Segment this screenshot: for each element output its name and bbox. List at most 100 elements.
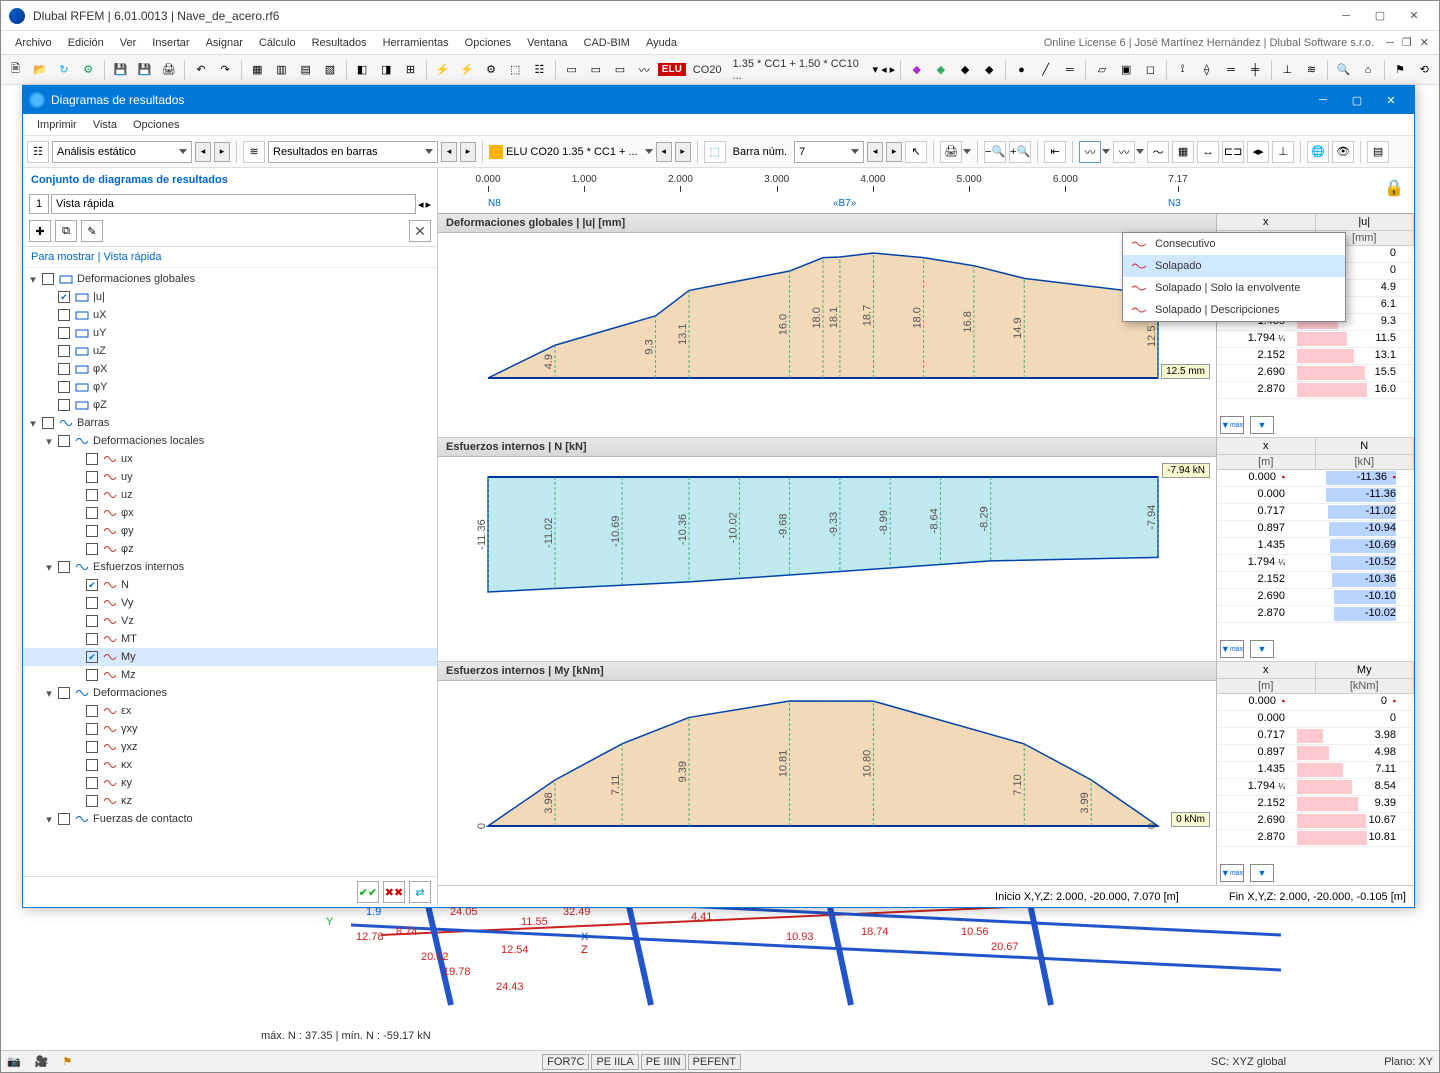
extreme-icon[interactable]: ◂▸ <box>1247 141 1269 163</box>
table-row[interactable]: 0.717-11.02 <box>1217 504 1414 521</box>
tree-node[interactable]: Mz <box>23 666 437 684</box>
tree-checkbox[interactable] <box>58 381 70 393</box>
save-all-icon[interactable]: 💾 <box>134 59 155 81</box>
status-video-icon[interactable]: 🎥 <box>35 1055 49 1068</box>
tree-node[interactable]: uy <box>23 468 437 486</box>
dialog-maximize-button[interactable]: ▢ <box>1340 89 1374 111</box>
redo-icon[interactable]: ↷ <box>215 59 236 81</box>
mdi-close-icon[interactable]: ✕ <box>1416 36 1433 49</box>
minimize-button[interactable]: ─ <box>1329 5 1363 27</box>
tree-checkbox[interactable]: ✔ <box>86 579 98 591</box>
edit-view-button[interactable]: ✎ <box>81 220 103 242</box>
table-row[interactable]: 0.000-11.36 <box>1217 487 1414 504</box>
status-toggle[interactable]: PEFENT <box>688 1054 741 1070</box>
tree-node[interactable]: ▾Fuerzas de contacto <box>23 810 437 828</box>
tree-checkbox[interactable] <box>58 345 70 357</box>
last-2-icon[interactable]: ⟲ <box>1414 59 1435 81</box>
zoom-out-icon[interactable]: −🔍 <box>984 141 1006 163</box>
tree-checkbox[interactable] <box>86 633 98 645</box>
tree-checkbox[interactable] <box>86 525 98 537</box>
tree-node[interactable]: ✔|u| <box>23 288 437 306</box>
combo-dropdown[interactable]: ▾ <box>873 63 879 76</box>
tree-checkbox[interactable] <box>86 759 98 771</box>
vista-next[interactable]: ▸ <box>425 198 431 211</box>
new-view-button[interactable]: ✚ <box>29 220 51 242</box>
x-dir-icon[interactable]: ↔ <box>1197 141 1219 163</box>
tree-checkbox[interactable] <box>86 723 98 735</box>
combo-prev[interactable]: ◂ <box>881 63 887 76</box>
tree-node[interactable]: Vz <box>23 612 437 630</box>
node-tool-icon[interactable]: ● <box>1011 59 1032 81</box>
tree-node[interactable]: ▾Deformaciones locales <box>23 432 437 450</box>
tree-checkbox[interactable] <box>58 363 70 375</box>
barra-next[interactable]: ▸ <box>886 142 902 162</box>
table-row[interactable]: 2.69015.5 <box>1217 365 1414 382</box>
extra-5-icon[interactable]: ⊥ <box>1277 59 1298 81</box>
copy-view-button[interactable]: ⧉ <box>55 220 77 242</box>
chart-canvas[interactable]: 03.987.119.3910.8110.807.103.9900 kNm <box>438 681 1216 885</box>
to-start-icon[interactable]: ⇤ <box>1044 141 1066 163</box>
tree-node[interactable]: κz <box>23 792 437 810</box>
table-row[interactable]: 2.87010.81 <box>1217 830 1414 847</box>
tree-checkbox[interactable] <box>86 741 98 753</box>
menu-opciones[interactable]: Opciones <box>457 34 519 52</box>
tree-checkbox[interactable]: ✔ <box>58 291 70 303</box>
table-row[interactable]: 1.794 ¼8.54 <box>1217 779 1414 796</box>
gear-icon[interactable]: ⚙ <box>78 59 99 81</box>
tree-node[interactable]: ▾Esfuerzos internos <box>23 558 437 576</box>
table-max-button[interactable]: ▼max <box>1220 864 1244 882</box>
tree-checkbox[interactable] <box>86 489 98 501</box>
tree-node[interactable]: φY <box>23 378 437 396</box>
zoom-in-icon[interactable]: +🔍 <box>1009 141 1031 163</box>
undo-icon[interactable]: ↶ <box>190 59 211 81</box>
sync-icon[interactable]: ↻ <box>53 59 74 81</box>
extra-3-icon[interactable]: ═ <box>1220 59 1241 81</box>
view-in-model-icon[interactable]: 👁 <box>1332 141 1354 163</box>
tree-node[interactable]: γxz <box>23 738 437 756</box>
tool-4-icon[interactable]: ▧ <box>319 59 340 81</box>
table-row[interactable]: 2.69010.67 <box>1217 813 1414 830</box>
vista-combo[interactable]: Vista rápida <box>51 194 416 214</box>
extra-6-icon[interactable]: ≋ <box>1301 59 1322 81</box>
table-row[interactable]: 2.1529.39 <box>1217 796 1414 813</box>
tree-node[interactable]: ▾Barras <box>23 414 437 432</box>
table-row[interactable]: 0.000 ▪0 ▪ <box>1217 694 1414 711</box>
results-mode-icon[interactable]: ≋ <box>243 141 265 163</box>
barra-input[interactable]: 7 <box>794 141 864 163</box>
table-filter-button[interactable]: ▼ <box>1250 416 1274 434</box>
tree-checkbox[interactable] <box>86 705 98 717</box>
view-1-icon[interactable]: ◆ <box>906 59 927 81</box>
filter-2-icon[interactable]: ▭ <box>585 59 606 81</box>
table-row[interactable]: 2.152-10.36 <box>1217 572 1414 589</box>
new-icon[interactable]: 🗎 <box>5 59 26 81</box>
extra-1-icon[interactable]: ⟟ <box>1172 59 1193 81</box>
chart-canvas[interactable]: 4.99.313.116.018.018.118.718.016.814.912… <box>438 233 1216 437</box>
tree-node[interactable]: uZ <box>23 342 437 360</box>
calc-icon[interactable]: ⚡ <box>432 59 453 81</box>
hatch-icon[interactable]: ▦ <box>1172 141 1194 163</box>
menu-cad-bim[interactable]: CAD-BIM <box>576 34 638 52</box>
dlg-menu-opciones[interactable]: Opciones <box>125 117 187 133</box>
status-toggle[interactable]: FOR7C <box>542 1054 589 1070</box>
borders-icon[interactable]: ⊏⊐ <box>1222 141 1244 163</box>
table-row[interactable]: 0.8974.98 <box>1217 745 1414 762</box>
tree-node[interactable]: φy <box>23 522 437 540</box>
vista-prev[interactable]: ◂ <box>418 198 424 211</box>
print-dlg-icon[interactable]: 🖨 <box>940 141 962 163</box>
table-row[interactable]: 2.870-10.02 <box>1217 606 1414 623</box>
tool-2-icon[interactable]: ▥ <box>271 59 292 81</box>
tree-node[interactable]: uz <box>23 486 437 504</box>
table-max-button[interactable]: ▼max <box>1220 416 1244 434</box>
status-toggle[interactable]: PE IILA <box>591 1054 638 1070</box>
popup-item[interactable]: Solapado <box>1123 255 1345 277</box>
tree-node[interactable]: ux <box>23 450 437 468</box>
tool-5-icon[interactable]: ◧ <box>351 59 372 81</box>
tree-toggle[interactable]: ⇄ <box>409 881 431 903</box>
table-row[interactable]: 1.435-10.69 <box>1217 538 1414 555</box>
tree-checkbox[interactable] <box>86 669 98 681</box>
diagram-icon[interactable]: 〰 <box>634 59 655 81</box>
analysis-type-icon[interactable]: ☷ <box>27 141 49 163</box>
tree-checkbox[interactable] <box>58 309 70 321</box>
expander-icon[interactable]: ▾ <box>43 435 55 448</box>
dlg-menu-imprimir[interactable]: Imprimir <box>29 117 85 133</box>
